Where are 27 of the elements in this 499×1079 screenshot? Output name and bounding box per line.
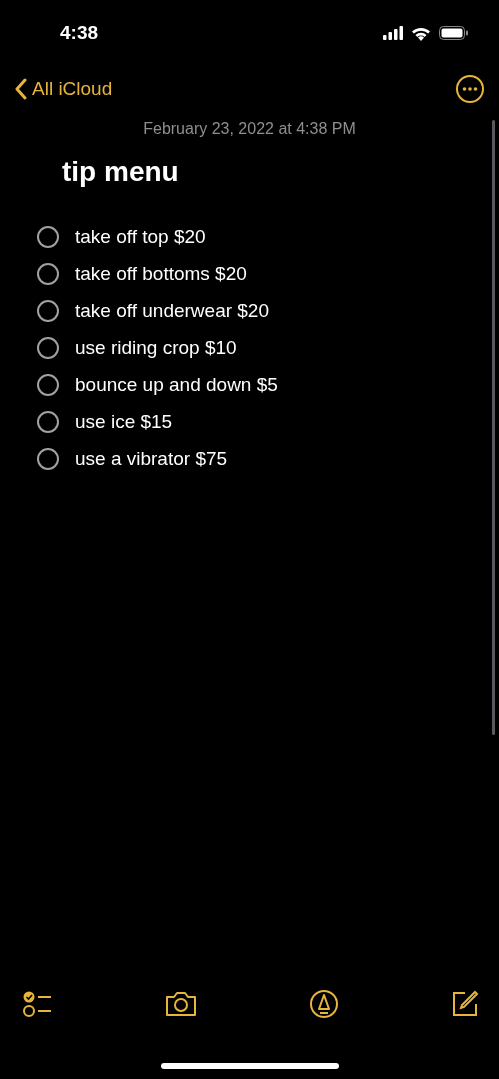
checklist-item-text: bounce up and down $5 (75, 374, 278, 396)
checklist-item-text: use riding crop $10 (75, 337, 237, 359)
signal-icon (383, 26, 403, 40)
checklist-item-text: use a vibrator $75 (75, 448, 228, 470)
note-date: February 23, 2022 at 4:38 PM (142, 120, 357, 138)
battery-icon (439, 26, 469, 40)
checkbox[interactable] (37, 226, 59, 248)
more-icon[interactable] (455, 74, 485, 104)
camera-icon[interactable] (163, 990, 198, 1018)
pen-icon[interactable] (309, 989, 340, 1019)
status-time: 4:38 (60, 22, 99, 44)
checklist-item-text: take off top $20 (75, 226, 206, 248)
wifi-icon (411, 25, 431, 41)
checkbox[interactable] (37, 263, 59, 285)
checkbox[interactable] (37, 300, 59, 322)
compose-icon[interactable] (450, 990, 479, 1018)
back-button[interactable]: All iCloud (14, 78, 113, 100)
checklist-item-text: take off bottoms $20 (75, 263, 247, 285)
checkbox[interactable] (37, 337, 59, 359)
checklist-item-text: use ice $15 (75, 411, 173, 433)
checklist-item-text: take off underwear $20 (75, 300, 269, 322)
checklist-icon[interactable] (22, 990, 52, 1018)
checkbox[interactable] (37, 448, 59, 470)
note-title: tip menu (62, 156, 180, 188)
checkbox[interactable] (37, 411, 59, 433)
chevron-left-icon (14, 78, 28, 100)
checkbox[interactable] (37, 374, 59, 396)
